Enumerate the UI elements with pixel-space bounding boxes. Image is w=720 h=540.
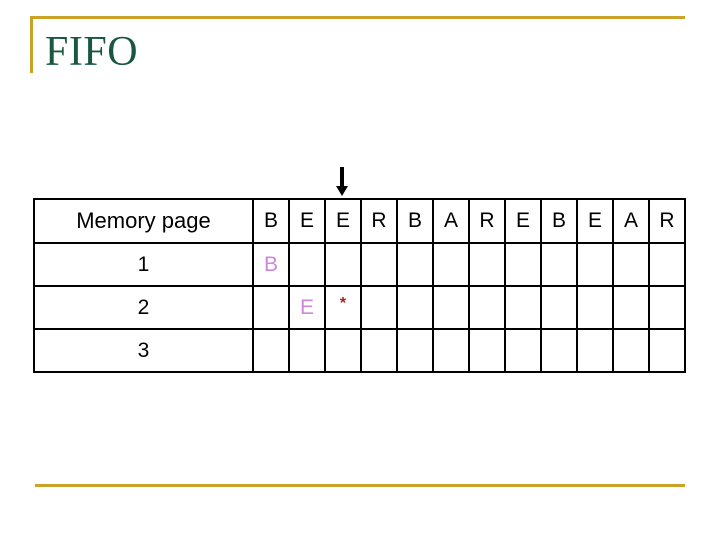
frame-1-slot-7 — [504, 242, 542, 287]
frame-2-slot-6 — [468, 285, 506, 330]
frame-3-slot-6 — [468, 328, 506, 373]
frame-1-slot-8 — [540, 242, 578, 287]
table-row: 1 B — [33, 242, 686, 287]
reference-string-cell-1: E — [288, 198, 326, 244]
frame-1-slot-4 — [396, 242, 434, 287]
frame-1-slot-5 — [432, 242, 470, 287]
reference-string-cell-9: E — [576, 198, 614, 244]
reference-string-cell-0: B — [252, 198, 290, 244]
frame-2-slot-3 — [360, 285, 398, 330]
frame-label-1: 1 — [33, 242, 254, 287]
reference-string-cell-10: A — [612, 198, 650, 244]
frame-2-slot-11 — [648, 285, 686, 330]
title-rule-left-decoration — [30, 16, 33, 73]
frame-2-slot-10 — [612, 285, 650, 330]
frame-1-slot-10 — [612, 242, 650, 287]
frame-2-slot-7 — [504, 285, 542, 330]
frame-3-slot-0 — [252, 328, 290, 373]
column-header-memory-page: Memory page — [33, 198, 254, 244]
frame-2-slot-9 — [576, 285, 614, 330]
reference-string-cell-11: R — [648, 198, 686, 244]
title-rule-top-decoration — [30, 16, 685, 19]
frame-1-slot-3 — [360, 242, 398, 287]
reference-string-cell-8: B — [540, 198, 578, 244]
down-arrow-icon — [326, 166, 358, 198]
table-row: 3 — [33, 328, 686, 373]
table-header-row: Memory page B E E R B A R E B E A R — [33, 198, 686, 244]
frame-3-slot-5 — [432, 328, 470, 373]
frame-3-slot-10 — [612, 328, 650, 373]
frame-1-slot-0: B — [252, 242, 290, 287]
frame-3-slot-11 — [648, 328, 686, 373]
frame-3-slot-1 — [288, 328, 326, 373]
frame-3-slot-3 — [360, 328, 398, 373]
reference-string-cell-6: R — [468, 198, 506, 244]
reference-string-cell-7: E — [504, 198, 542, 244]
frame-label-2: 2 — [33, 285, 254, 330]
footer-rule-decoration — [35, 484, 685, 487]
frame-2-slot-4 — [396, 285, 434, 330]
frame-3-slot-7 — [504, 328, 542, 373]
frame-label-3: 3 — [33, 328, 254, 373]
page-title: FIFO — [45, 29, 139, 75]
frame-2-slot-1: E — [288, 285, 326, 330]
frame-3-slot-9 — [576, 328, 614, 373]
reference-string-cell-4: B — [396, 198, 434, 244]
reference-string-cell-3: R — [360, 198, 398, 244]
slide-canvas: FIFO Memory page B E E R B A R E B E A R — [0, 0, 720, 540]
frame-2-slot-2: * — [324, 285, 362, 330]
frame-1-slot-6 — [468, 242, 506, 287]
frame-3-slot-4 — [396, 328, 434, 373]
frame-1-slot-2 — [324, 242, 362, 287]
frame-2-slot-8 — [540, 285, 578, 330]
page-letter: B — [263, 252, 278, 276]
memory-page-table: Memory page B E E R B A R E B E A R 1 B — [33, 198, 686, 373]
frame-3-slot-2 — [324, 328, 362, 373]
reference-string-cell-2: E — [324, 198, 362, 244]
frame-2-slot-5 — [432, 285, 470, 330]
frame-3-slot-8 — [540, 328, 578, 373]
frame-2-slot-0 — [252, 285, 290, 330]
frame-1-slot-1 — [288, 242, 326, 287]
frame-1-slot-9 — [576, 242, 614, 287]
page-fault-marker: * — [339, 294, 347, 312]
table-row: 2 E * — [33, 285, 686, 330]
reference-string-cell-5: A — [432, 198, 470, 244]
page-letter: E — [299, 295, 314, 319]
frame-1-slot-11 — [648, 242, 686, 287]
